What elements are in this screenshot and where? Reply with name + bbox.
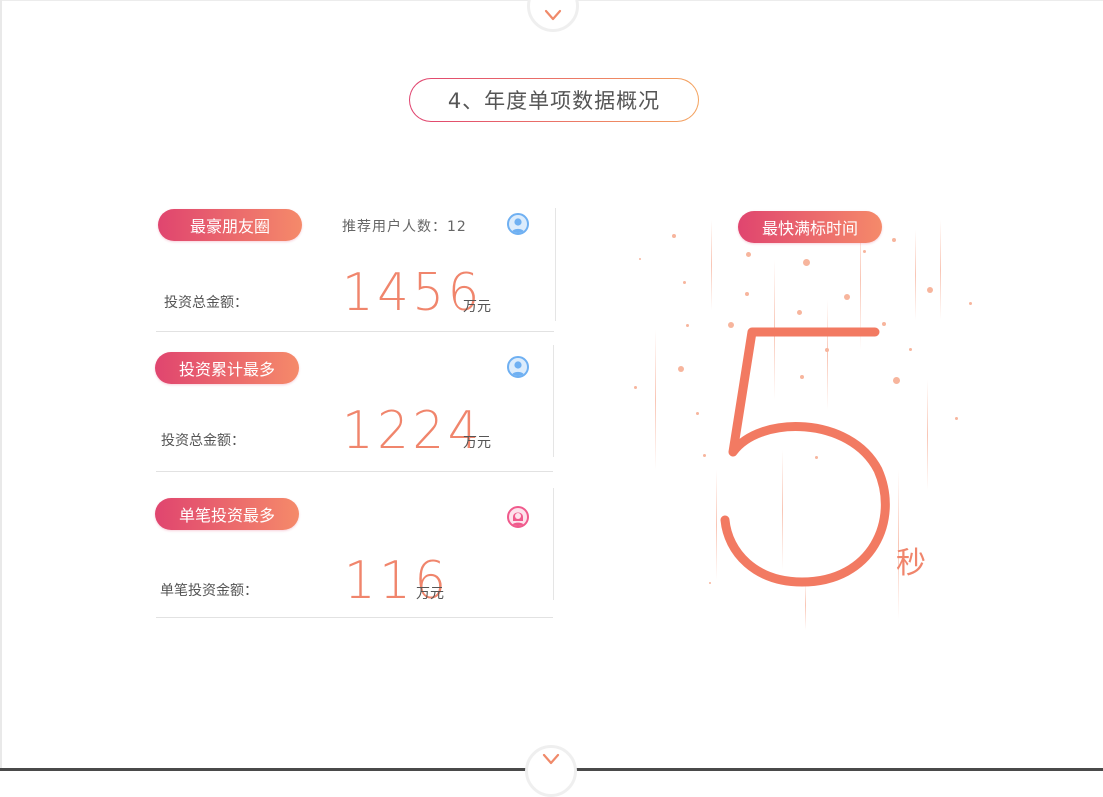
section-title: 4、年度单项数据概况 [409, 78, 699, 122]
card-2-label: 投资总金额： [161, 433, 245, 449]
badge-largest-single: 单笔投资最多 [155, 498, 299, 530]
fastest-time-unit: 秒 [896, 546, 926, 581]
user-icon [507, 213, 529, 235]
card-1-value: 1456 [342, 263, 483, 323]
fastest-time-value [720, 327, 890, 587]
divider [555, 208, 556, 321]
badge-most-invested: 投资累计最多 [155, 352, 299, 384]
badge-fastest-time: 最快满标时间 [738, 211, 882, 243]
divider [156, 617, 553, 618]
divider [156, 471, 553, 472]
card-1-label: 投资总金额： [164, 295, 248, 311]
next-section-button[interactable] [525, 745, 577, 797]
user-icon [507, 356, 529, 378]
card-1-unit: 万元 [463, 299, 491, 315]
section-title-text: 4、年度单项数据概况 [410, 79, 698, 121]
card-3-label: 单笔投资金额： [160, 583, 258, 599]
divider [156, 331, 554, 332]
divider [553, 345, 554, 457]
chevron-down-icon [544, 9, 562, 21]
card-3-unit: 万元 [416, 586, 444, 602]
card-2-value: 1224 [342, 401, 483, 461]
referral-count: 推荐用户人数：12 [342, 219, 467, 235]
female-user-icon [507, 506, 529, 528]
divider [553, 488, 554, 600]
badge-richest-circle: 最豪朋友圈 [158, 209, 302, 241]
card-2-unit: 万元 [463, 435, 491, 451]
prev-section-button[interactable] [527, 0, 579, 32]
left-border [0, 0, 2, 771]
chevron-down-icon [542, 753, 560, 765]
